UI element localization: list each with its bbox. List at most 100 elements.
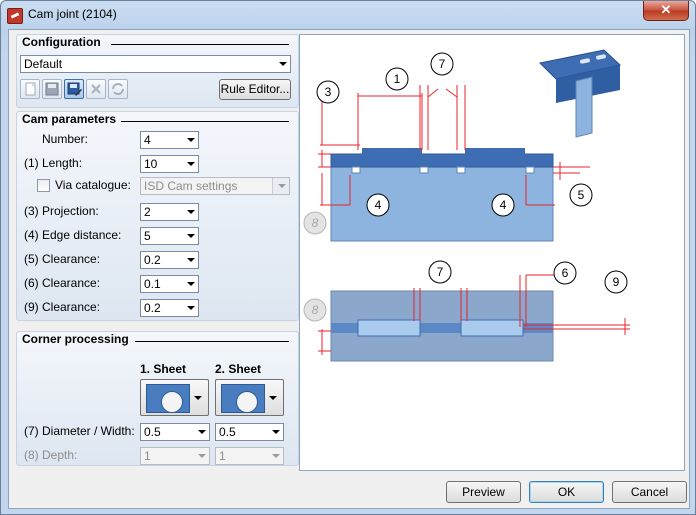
clearance-9-label: (9) Clearance: <box>24 300 101 314</box>
number-dropdown[interactable]: 4 <box>140 131 199 149</box>
projection-value: 2 <box>144 205 151 219</box>
chevron-down-icon <box>194 396 202 400</box>
diameter-sheet-2-value: 0.5 <box>219 425 236 439</box>
joint-3d-thumbnail <box>538 49 622 138</box>
diameter-width-label: (7) Diameter / Width: <box>24 424 135 438</box>
chevron-down-icon <box>279 62 287 66</box>
sheet-2-heading: 2. Sheet <box>215 362 262 376</box>
callout-8-upper: 8 <box>303 211 327 235</box>
svg-text:8: 8 <box>312 303 319 317</box>
svg-text:9: 9 <box>613 275 620 289</box>
clearance-5-dropdown[interactable]: 0.2 <box>140 251 199 269</box>
save-as-config-button[interactable] <box>64 79 84 99</box>
callout-6: 6 <box>553 261 577 285</box>
chevron-down-icon <box>187 306 195 310</box>
chevron-down-icon <box>272 454 280 458</box>
depth-label: (8) Depth: <box>24 448 78 462</box>
callout-1: 1 <box>385 67 409 91</box>
configuration-group: Configuration Default Rule Editor... <box>16 34 299 108</box>
close-button[interactable]: ✕ <box>643 1 689 21</box>
new-file-icon <box>25 82 36 96</box>
projection-dropdown[interactable]: 2 <box>140 203 199 221</box>
chevron-down-icon <box>272 430 280 434</box>
projection-label: (3) Projection: <box>24 204 99 218</box>
callout-4-right: 4 <box>491 193 515 217</box>
callout-7-upper: 7 <box>430 52 454 76</box>
delete-config-button[interactable] <box>86 79 106 99</box>
chevron-down-icon <box>187 162 195 166</box>
rule-editor-button[interactable]: Rule Editor... <box>219 79 291 100</box>
svg-text:8: 8 <box>312 216 319 230</box>
svg-text:4: 4 <box>375 198 382 212</box>
depth-sheet-2-value: 1 <box>219 449 226 463</box>
cancel-button[interactable]: Cancel <box>612 481 687 503</box>
number-value: 4 <box>144 133 151 147</box>
preview-button[interactable]: Preview <box>446 481 521 503</box>
svg-text:1: 1 <box>394 72 401 86</box>
chevron-down-icon <box>269 396 277 400</box>
clearance-9-dropdown[interactable]: 0.2 <box>140 299 199 317</box>
via-catalogue-checkbox[interactable] <box>37 179 50 192</box>
chevron-down-icon <box>278 184 286 188</box>
save-config-button[interactable] <box>42 79 62 99</box>
diameter-sheet-1-value: 0.5 <box>144 425 161 439</box>
clearance-5-value: 0.2 <box>144 253 161 267</box>
app-icon <box>7 8 23 24</box>
chevron-down-icon <box>198 430 206 434</box>
configuration-title: Configuration <box>22 35 101 49</box>
corner-processing-group: Corner processing 1. Sheet 2. Sheet (7) … <box>16 331 299 466</box>
diameter-sheet-1-dropdown[interactable]: 0.5 <box>140 423 210 441</box>
callout-7-lower: 7 <box>428 260 452 284</box>
depth-sheet-2-dropdown[interactable]: 1 <box>215 447 284 465</box>
delete-icon <box>91 84 101 94</box>
corner-processing-title: Corner processing <box>22 332 129 346</box>
catalogue-dropdown[interactable]: ISD Cam settings <box>140 177 290 195</box>
ok-button[interactable]: OK <box>529 481 604 503</box>
refresh-config-button[interactable] <box>108 79 128 99</box>
chevron-down-icon <box>187 234 195 238</box>
callout-5: 5 <box>569 183 593 207</box>
corner-notch-cutout <box>161 391 183 413</box>
svg-text:6: 6 <box>562 266 569 280</box>
edge-distance-dropdown[interactable]: 5 <box>140 227 199 245</box>
clearance-9-value: 0.2 <box>144 301 161 315</box>
depth-sheet-1-value: 1 <box>144 449 151 463</box>
callout-8-lower: 8 <box>303 298 327 322</box>
corner-notch-cutout <box>236 391 258 413</box>
svg-text:3: 3 <box>325 85 332 99</box>
cam-joint-diagram: 1 3 4 4 5 7 7 6 9 8 8 <box>303 49 630 362</box>
clearance-6-dropdown[interactable]: 0.1 <box>140 275 199 293</box>
chevron-down-icon <box>187 258 195 262</box>
new-config-button[interactable] <box>20 79 40 99</box>
depth-sheet-1-dropdown[interactable]: 1 <box>140 447 210 465</box>
edge-distance-label: (4) Edge distance: <box>24 228 122 242</box>
svg-text:7: 7 <box>439 57 446 71</box>
diameter-sheet-2-dropdown[interactable]: 0.5 <box>215 423 284 441</box>
dialog-window: Cam joint (2104) ✕ Configuration Default <box>0 0 696 515</box>
save-as-icon <box>67 82 82 96</box>
cam-parameters-group: Cam parameters Number: 4 (1) Length: 10 … <box>16 111 299 321</box>
callout-4-left: 4 <box>366 193 390 217</box>
length-dropdown[interactable]: 10 <box>140 155 199 173</box>
sheet-2-corner-type-button[interactable] <box>215 379 284 416</box>
svg-text:4: 4 <box>500 198 507 212</box>
configuration-title-rule <box>111 44 289 45</box>
chevron-down-icon <box>187 282 195 286</box>
chevron-down-icon <box>198 454 206 458</box>
save-icon <box>45 82 59 96</box>
section-view-upper <box>330 148 554 242</box>
dialog-client-area: Configuration Default Rule Editor... Cam… <box>8 29 690 509</box>
svg-text:5: 5 <box>578 188 585 202</box>
callout-3: 3 <box>316 80 340 104</box>
clearance-6-label: (6) Clearance: <box>24 276 101 290</box>
refresh-icon <box>112 83 124 95</box>
clearance-5-label: (5) Clearance: <box>24 252 101 266</box>
clearance-6-value: 0.1 <box>144 277 161 291</box>
configuration-preset-dropdown[interactable]: Default <box>20 55 291 73</box>
window-title: Cam joint (2104) <box>28 7 117 21</box>
catalogue-value: ISD Cam settings <box>144 179 238 193</box>
corner-processing-title-rule <box>135 341 289 342</box>
sheet-1-corner-type-button[interactable] <box>140 379 209 416</box>
cam-parameters-title: Cam parameters <box>22 112 117 126</box>
callout-9: 9 <box>604 270 628 294</box>
